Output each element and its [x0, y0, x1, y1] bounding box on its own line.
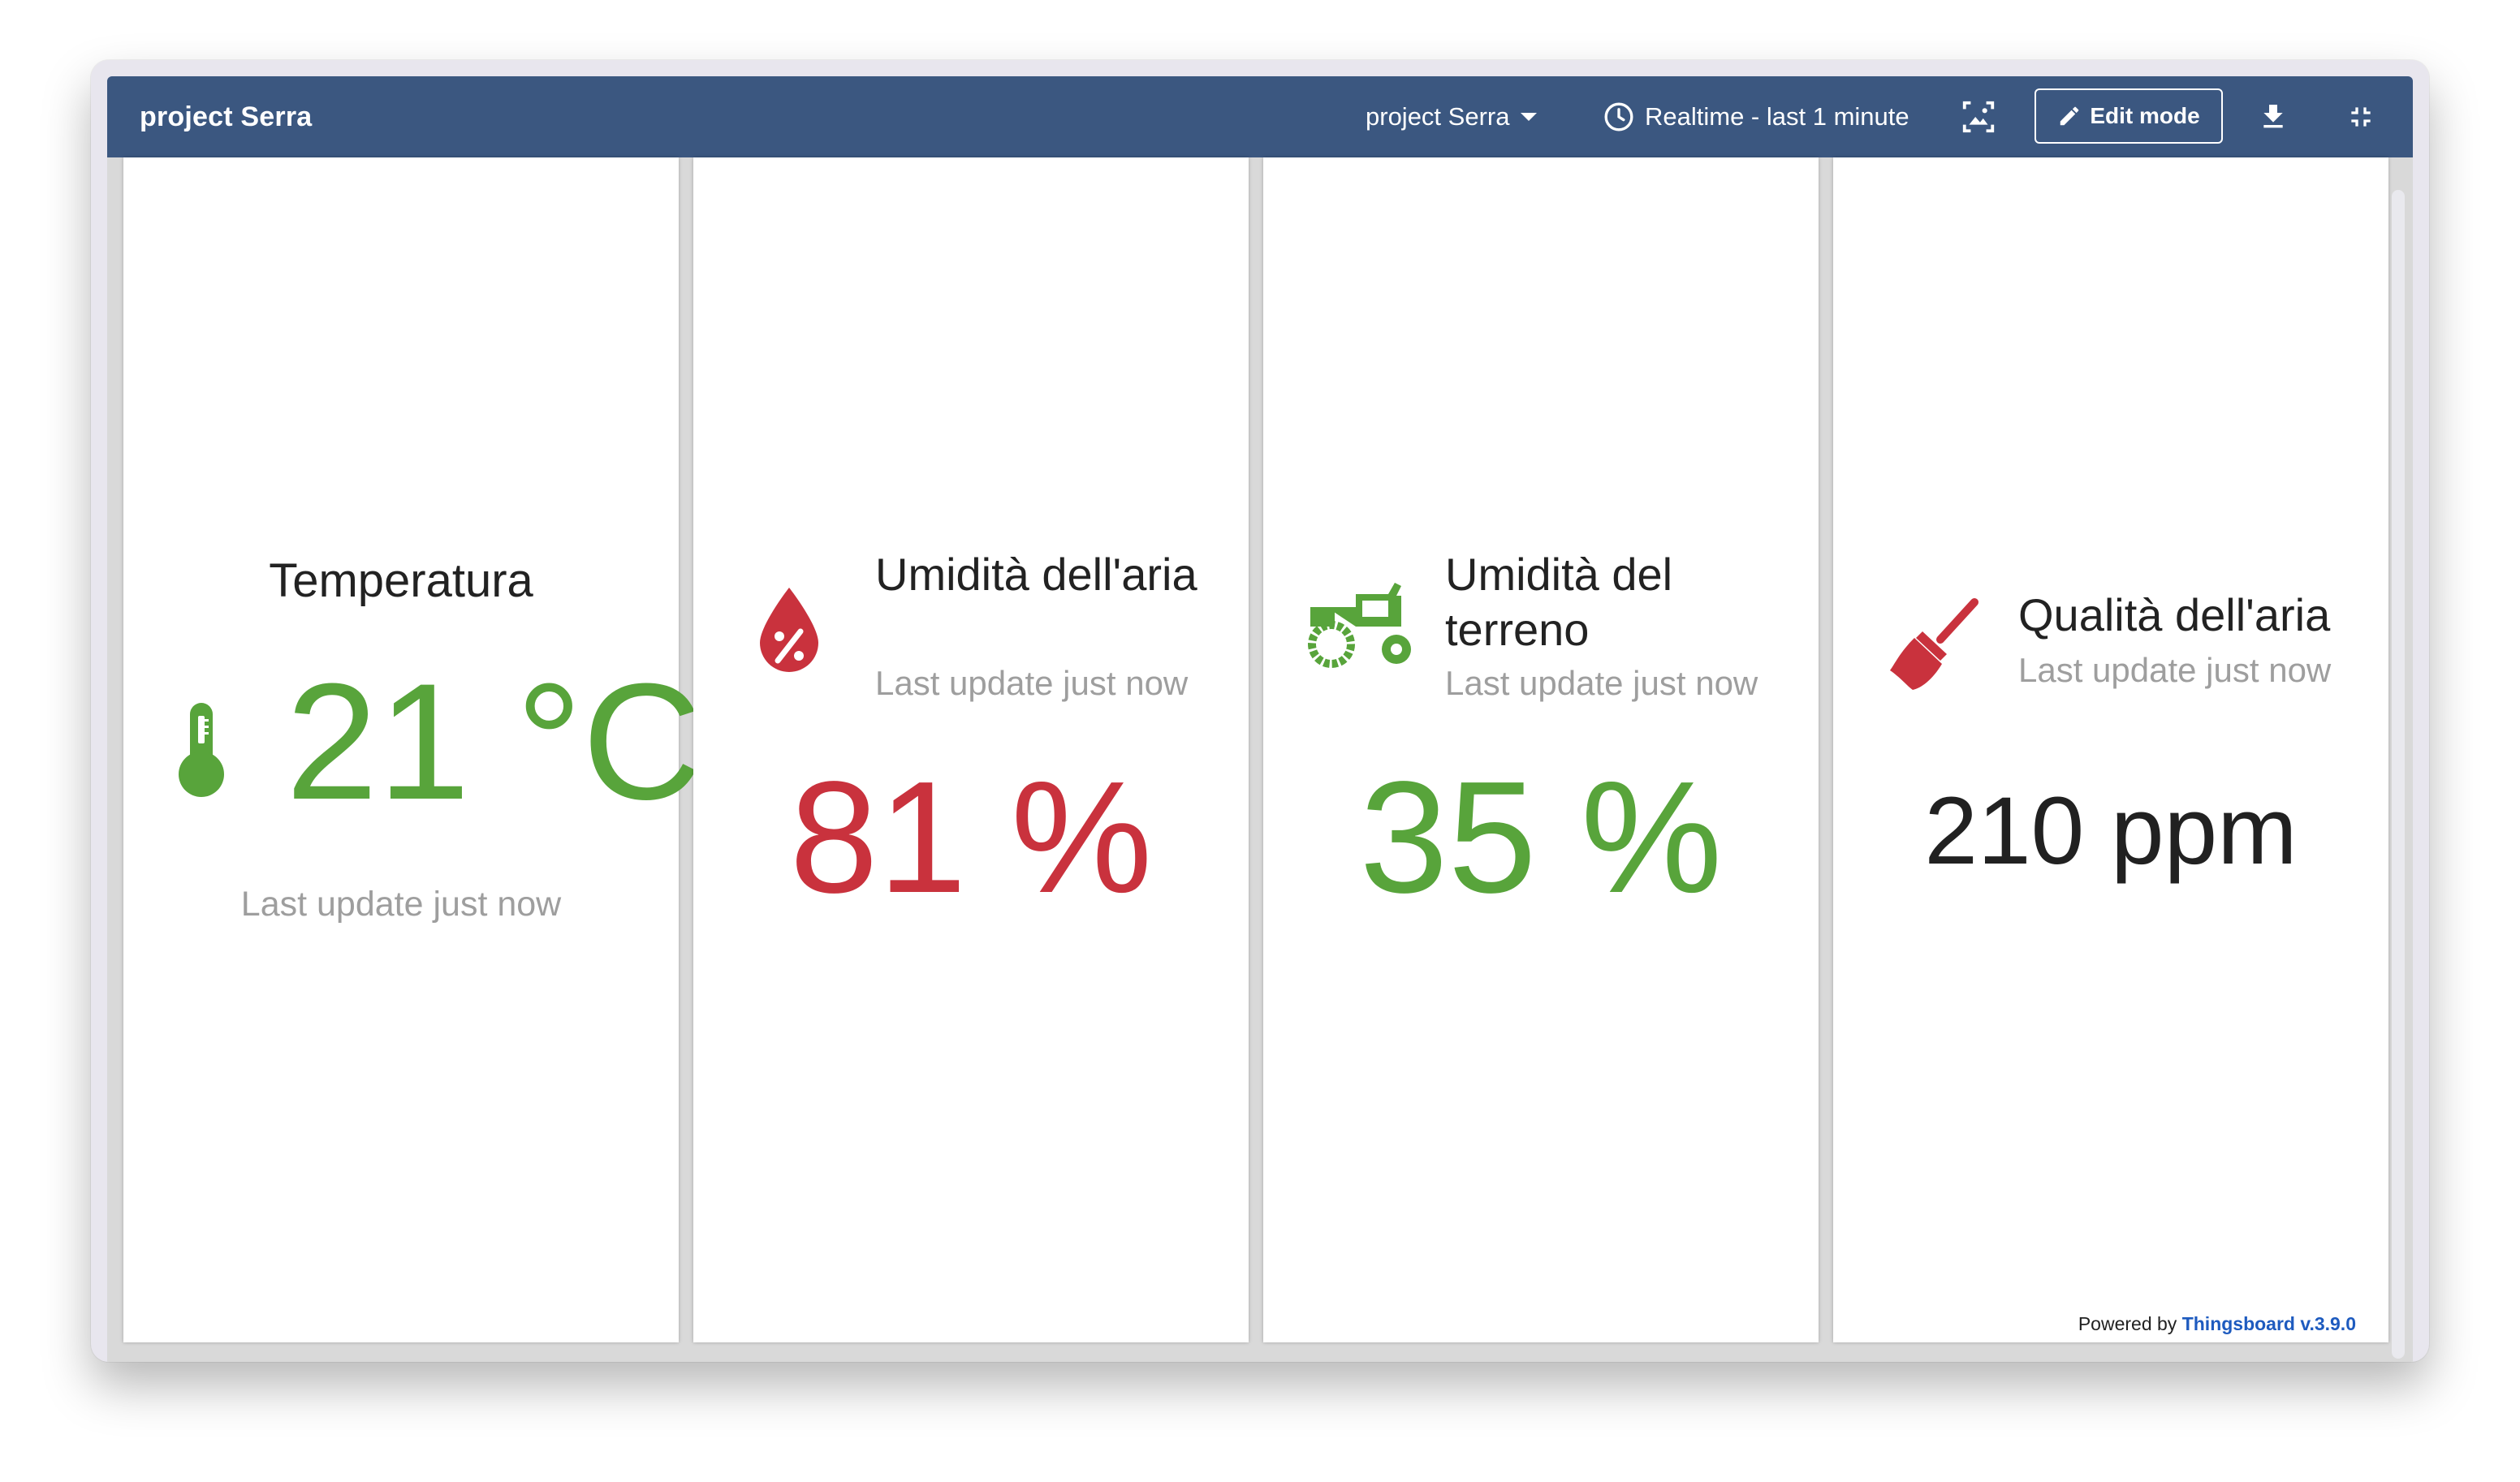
- dashboard-toolbar: project Serra project Serra Realtime - l…: [107, 76, 2413, 157]
- dashboard-content: Temperatura 21 °C Last update just now U…: [107, 157, 2413, 1362]
- clock-icon: [1604, 102, 1633, 131]
- edit-mode-button[interactable]: Edit mode: [2035, 88, 2223, 144]
- air-humidity-value: 81 %: [789, 748, 1153, 926]
- image-icon: [1962, 101, 1995, 133]
- humidity-drop-icon: [760, 588, 818, 672]
- temperature-value: 21 °C: [286, 649, 702, 834]
- last-update-text: Last update just now: [1445, 664, 1758, 702]
- air-humidity-card: Umidità dell'aria Last update just now 8…: [693, 157, 1249, 1342]
- card-title: Qualità dell'aria: [2018, 589, 2331, 640]
- last-update-text: Last update just now: [2018, 651, 2332, 689]
- timewindow-button[interactable]: Realtime - last 1 minute: [1603, 76, 1909, 157]
- fullscreen-exit-icon: [2351, 107, 2371, 127]
- card-title: Umidità del terreno: [1445, 549, 1673, 655]
- vertical-scrollbar[interactable]: [2392, 190, 2405, 1359]
- temperature-card: Temperatura 21 °C Last update just now: [123, 157, 702, 1342]
- thingsboard-link[interactable]: Thingsboard v.3.9.0: [2182, 1313, 2356, 1334]
- air-quality-card: Qualità dell'aria Last update just now 2…: [1833, 157, 2388, 1342]
- download-icon: [2263, 105, 2283, 128]
- last-update-text: Last update just now: [875, 664, 1189, 702]
- dashboard-title: project Serra: [140, 101, 313, 132]
- soil-humidity-card: Umidità del terreno Last update just now…: [1263, 157, 1819, 1342]
- timewindow-label: Realtime - last 1 minute: [1645, 102, 1909, 131]
- browser-window: project Serra project Serra Realtime - l…: [91, 60, 2429, 1362]
- powered-by-text: Powered by: [2078, 1313, 2177, 1334]
- dashboard-select[interactable]: project Serra: [1366, 76, 1538, 157]
- pencil-icon: [2060, 106, 2079, 126]
- tractor-icon: [1308, 583, 1411, 668]
- last-update-text: Last update just now: [240, 885, 562, 924]
- dashboard-select-label: project Serra: [1366, 102, 1510, 131]
- edit-mode-label: Edit mode: [2090, 103, 2200, 128]
- powered-by-footer: Powered by Thingsboard v.3.9.0: [2078, 1313, 2356, 1335]
- card-title: Temperatura: [269, 554, 533, 607]
- broom-icon: [1890, 598, 1978, 690]
- air-quality-value: 210 ppm: [1924, 778, 2298, 885]
- export-image-button[interactable]: [1960, 76, 1997, 157]
- download-button[interactable]: [2257, 76, 2289, 157]
- exit-fullscreen-button[interactable]: [2345, 76, 2377, 157]
- soil-humidity-value: 35 %: [1359, 748, 1723, 926]
- caret-down-icon: [1521, 113, 1538, 121]
- thermometer-icon: [179, 703, 224, 797]
- card-title: Umidità dell'aria: [875, 549, 1197, 600]
